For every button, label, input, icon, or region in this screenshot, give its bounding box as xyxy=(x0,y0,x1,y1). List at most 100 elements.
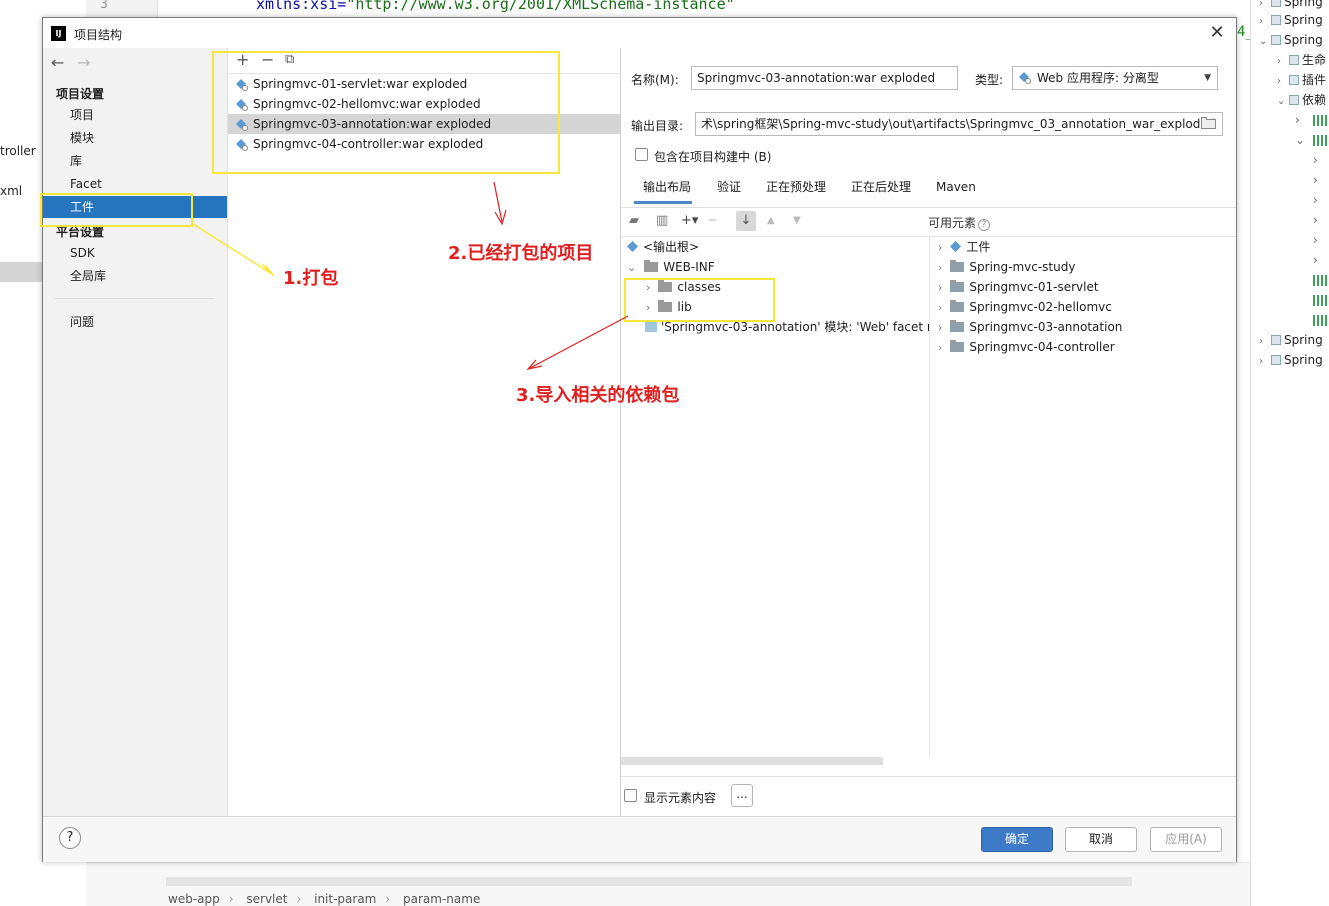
dialog-titlebar: IJ 项目结构 ✕ xyxy=(43,18,1236,48)
chevron-right-icon: › xyxy=(938,321,943,334)
maven-tree-chevron[interactable]: › xyxy=(1295,110,1300,130)
library-icon xyxy=(1313,295,1327,306)
web-facet-icon xyxy=(645,321,657,332)
intellij-icon: IJ xyxy=(51,26,66,41)
annotation-step3: 3.导入相关的依赖包 xyxy=(516,385,680,406)
module-folder-icon xyxy=(950,300,965,312)
maven-tree-item[interactable]: › Spring xyxy=(1259,330,1323,350)
chevron-right-icon: › xyxy=(938,301,943,314)
show-content-label: 显示元素内容 xyxy=(644,791,717,805)
available-elements-label: 可用元素? xyxy=(928,214,991,231)
tab-preprocessing[interactable]: 正在预处理 xyxy=(766,176,826,204)
move-down-icon[interactable]: ▼ xyxy=(793,215,801,226)
module-folder-icon xyxy=(950,340,965,352)
artifact-icon xyxy=(950,241,962,252)
tab-validation[interactable]: 验证 xyxy=(717,176,741,204)
maven-tree-item[interactable]: › Spring xyxy=(1259,350,1323,370)
archive-icon[interactable]: ▥ xyxy=(656,213,668,228)
maven-tree-chevron[interactable]: ⌄ xyxy=(1295,130,1305,150)
tab-postprocessing[interactable]: 正在后处理 xyxy=(851,176,911,204)
sort-icon[interactable]: ↓ xyxy=(736,211,756,231)
layout-hscrollbar[interactable] xyxy=(621,757,883,765)
breadcrumb-item[interactable]: init-param xyxy=(314,892,376,906)
module-folder-icon xyxy=(950,260,965,272)
close-icon[interactable]: ✕ xyxy=(1205,21,1229,45)
maven-tree-chevron[interactable]: › xyxy=(1313,150,1318,170)
maven-tree-item[interactable]: ⌄ Spring xyxy=(1259,30,1323,50)
nav-item-global-libraries[interactable]: 全局库 xyxy=(43,265,227,287)
dialog-title: 项目结构 xyxy=(74,28,123,42)
output-dir-label: 输出目录: xyxy=(631,119,684,133)
nav-item-facets[interactable]: Facet xyxy=(43,173,227,195)
available-item-artifacts[interactable]: › 工件 xyxy=(938,237,990,257)
maven-tree-item[interactable]: › Spring xyxy=(1259,10,1323,30)
line-number: 3 xyxy=(100,0,108,12)
apply-button[interactable]: 应用(A) xyxy=(1150,827,1222,852)
tab-maven[interactable]: Maven xyxy=(936,176,976,204)
folder-browse-icon[interactable] xyxy=(1201,117,1216,129)
nav-item-modules[interactable]: 模块 xyxy=(43,127,227,149)
layout-toolbar: ▰ ▥ +▾ − ↓ ▲ ▼ 可用元素? xyxy=(621,208,1236,236)
module-icon xyxy=(1271,15,1281,25)
available-item-module[interactable]: › Springmvc-02-hellomvc xyxy=(938,297,1112,317)
ok-button[interactable]: 确定 xyxy=(981,827,1053,852)
settings-nav: ← → 项目设置 项目 模块 库 Facet 工件 平台设置 SDK 全局库 问… xyxy=(43,48,227,816)
maven-tree-item[interactable]: › 生命 xyxy=(1277,50,1326,70)
maven-tree-chevron[interactable]: › xyxy=(1313,170,1318,190)
new-folder-icon[interactable]: ▰ xyxy=(629,213,639,228)
nav-item-sdk[interactable]: SDK xyxy=(43,242,227,264)
nav-item-libraries[interactable]: 库 xyxy=(43,150,227,172)
module-icon xyxy=(1271,0,1281,7)
nav-divider xyxy=(55,298,215,299)
tree-item-web-inf[interactable]: ⌄ WEB-INF xyxy=(627,257,715,277)
breadcrumb-item[interactable]: param-name xyxy=(403,892,480,906)
maven-tree-chevron[interactable]: › xyxy=(1313,250,1318,270)
maven-tree-chevron[interactable]: › xyxy=(1313,210,1318,230)
web-app-icon xyxy=(1019,72,1031,84)
output-root-icon xyxy=(627,241,638,252)
editor-hscrollbar[interactable] xyxy=(166,877,1132,886)
available-elements-tree: › 工件 › Spring-mvc-study › Springmvc-01-serv… xyxy=(929,236,1236,756)
tree-item-output-root[interactable]: <输出根> xyxy=(627,237,699,257)
cancel-button[interactable]: 取消 xyxy=(1065,827,1137,852)
chevron-right-icon: › xyxy=(938,241,943,254)
type-select[interactable]: Web 应用程序: 分离型 ▼ xyxy=(1012,66,1218,90)
add-icon[interactable]: +▾ xyxy=(681,213,698,228)
available-item-module[interactable]: › Springmvc-03-annotation xyxy=(938,317,1122,337)
nav-item-problems[interactable]: 问题 xyxy=(43,311,227,333)
more-options-button[interactable]: ... xyxy=(731,784,753,807)
chevron-right-icon: › xyxy=(938,281,943,294)
tab-output-layout[interactable]: 输出布局 xyxy=(634,176,692,204)
move-up-icon[interactable]: ▲ xyxy=(767,215,775,226)
highlight-box-lib xyxy=(624,278,775,322)
available-item-module[interactable]: › Springmvc-01-servlet xyxy=(938,277,1099,297)
help-icon[interactable]: ? xyxy=(978,219,991,231)
annotation-step1: 1.打包 xyxy=(283,268,339,289)
available-item-module[interactable]: › Springmvc-04-controller xyxy=(938,337,1115,357)
remove-icon[interactable]: − xyxy=(707,213,718,228)
nav-item-project[interactable]: 项目 xyxy=(43,104,227,126)
maven-tree-item[interactable]: ⌄ 依赖 xyxy=(1277,90,1326,110)
maven-tree-chevron[interactable]: › xyxy=(1313,190,1318,210)
project-tree-fragment: troller xyxy=(0,144,36,158)
module-folder-icon xyxy=(950,320,965,332)
output-dir-input[interactable]: 术\spring框架\Spring-mvc-study\out\artifact… xyxy=(695,112,1223,136)
maven-tree-chevron[interactable]: › xyxy=(1313,230,1318,250)
show-content-checkbox[interactable] xyxy=(624,789,637,802)
maven-tree-item[interactable]: › 插件 xyxy=(1277,70,1326,90)
code-attr: xmlns:xsi= xyxy=(256,0,347,13)
back-arrow-icon[interactable]: ← xyxy=(51,53,64,72)
breadcrumb-item[interactable]: servlet xyxy=(246,892,287,906)
help-button[interactable]: ? xyxy=(59,827,81,849)
include-in-build-label: 包含在项目构建中 (B) xyxy=(654,150,772,164)
lifecycle-icon xyxy=(1289,55,1299,65)
dependencies-icon xyxy=(1289,95,1299,105)
forward-arrow-icon[interactable]: → xyxy=(77,53,90,72)
chevron-right-icon: › xyxy=(938,341,943,354)
available-item-module[interactable]: › Spring-mvc-study xyxy=(938,257,1075,277)
chevron-down-icon: ⌄ xyxy=(627,261,637,274)
breadcrumb-item[interactable]: web-app xyxy=(168,892,220,906)
dialog-footer: ? 确定 取消 应用(A) xyxy=(43,816,1236,862)
include-in-build-checkbox[interactable] xyxy=(635,148,648,161)
name-input[interactable]: Springmvc-03-annotation:war exploded xyxy=(691,66,958,90)
